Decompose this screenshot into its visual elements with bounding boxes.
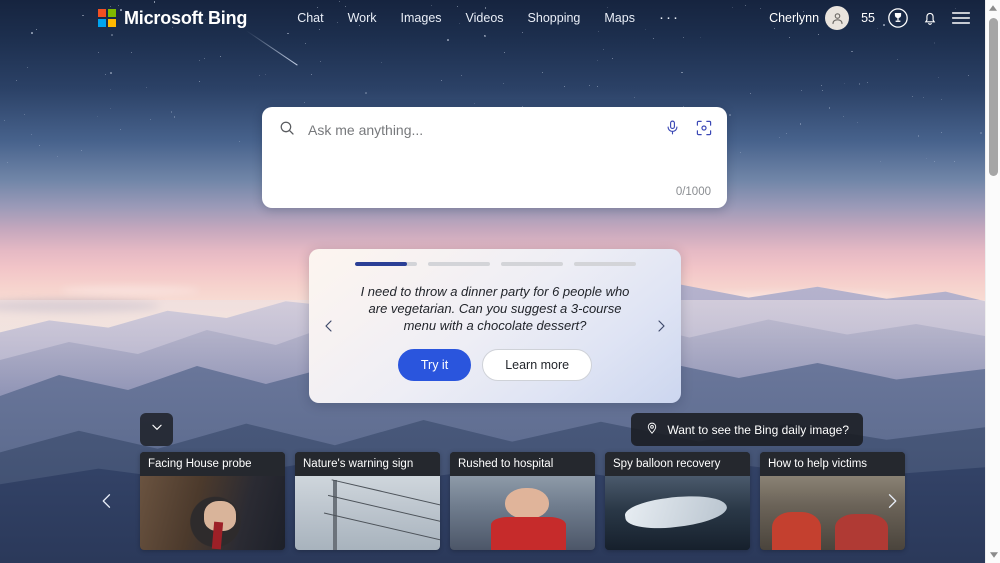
news-card-image [295, 476, 440, 550]
site-header: Microsoft Bing Chat Work Images Videos S… [0, 0, 985, 36]
news-card[interactable]: Nature's warning sign [295, 452, 440, 550]
bing-logo[interactable]: Microsoft Bing [98, 8, 247, 29]
chevron-down-icon [150, 420, 164, 439]
location-pin-icon [645, 421, 659, 438]
daily-image-label: Want to see the Bing daily image? [667, 422, 849, 437]
user-name: Cherlynn [769, 11, 820, 25]
nav-overflow-icon[interactable]: ··· [659, 10, 680, 25]
nav-item-work[interactable]: Work [348, 11, 377, 25]
scroll-down-arrow-icon[interactable] [986, 547, 1000, 563]
try-it-button[interactable]: Try it [397, 348, 472, 381]
news-card-image [140, 476, 285, 550]
microphone-icon[interactable] [664, 119, 681, 141]
nav-item-images[interactable]: Images [401, 11, 442, 25]
news-next-button[interactable] [877, 478, 907, 524]
news-card[interactable]: Spy balloon recovery [605, 452, 750, 550]
progress-segment-3[interactable] [500, 262, 563, 266]
news-card-title: Rushed to hospital [450, 452, 595, 476]
news-card[interactable]: Facing House probe [140, 452, 285, 550]
learn-more-button[interactable]: Learn more [482, 348, 593, 381]
news-card-title: Spy balloon recovery [605, 452, 750, 476]
progress-segment-1[interactable] [354, 262, 417, 266]
page-scrollbar[interactable] [985, 0, 1000, 563]
scroll-up-arrow-icon[interactable] [986, 0, 1000, 16]
microsoft-logo-icon [98, 9, 116, 27]
suggestion-next-button[interactable] [653, 316, 669, 336]
person-avatar-icon [825, 6, 850, 30]
search-tools [664, 119, 713, 142]
suggestion-prompt-text: I need to throw a dinner party for 6 peo… [360, 283, 630, 333]
carousel-progress [309, 249, 681, 266]
bing-daily-image-button[interactable]: Want to see the Bing daily image? [631, 413, 863, 446]
search-input-row: Ask me anything... [262, 107, 727, 153]
search-box[interactable]: Ask me anything... 0/1000 [262, 107, 727, 208]
nav-item-chat[interactable]: Chat [297, 11, 323, 25]
news-card-image [450, 476, 595, 550]
news-prev-button[interactable] [92, 478, 122, 524]
header-actions: Cherlynn 55 [769, 6, 971, 30]
news-carousel: Facing House probe Nature's warning sign… [0, 452, 985, 552]
news-card-title: Facing House probe [140, 452, 285, 476]
progress-segment-2[interactable] [427, 262, 490, 266]
suggestion-card: I need to throw a dinner party for 6 peo… [309, 249, 681, 403]
suggestion-prev-button[interactable] [321, 316, 337, 336]
scrollbar-thumb[interactable] [989, 18, 998, 176]
search-icon [278, 119, 296, 142]
cloud [60, 286, 200, 295]
rewards-trophy-icon[interactable] [887, 7, 909, 29]
search-input[interactable]: Ask me anything... [308, 122, 664, 138]
user-account[interactable]: Cherlynn [769, 6, 850, 30]
bell-icon[interactable] [921, 9, 939, 27]
nav-item-videos[interactable]: Videos [466, 11, 504, 25]
news-card-title: How to help victims [760, 452, 905, 476]
suggestion-actions: Try it Learn more [309, 348, 681, 381]
news-card-image [605, 476, 750, 550]
nav-item-shopping[interactable]: Shopping [528, 11, 581, 25]
collapse-feed-button[interactable] [140, 413, 173, 446]
main-nav: Chat Work Images Videos Shopping Maps ··… [297, 10, 680, 25]
visual-search-icon[interactable] [695, 119, 713, 142]
news-card[interactable]: Rushed to hospital [450, 452, 595, 550]
hamburger-menu-icon[interactable] [951, 10, 971, 26]
rewards-points: 55 [861, 11, 875, 25]
progress-segment-4[interactable] [573, 262, 636, 266]
brand-name: Microsoft Bing [124, 7, 248, 28]
character-counter: 0/1000 [675, 186, 711, 198]
news-card-list: Facing House probe Nature's warning sign… [140, 452, 905, 550]
nav-item-maps[interactable]: Maps [604, 11, 635, 25]
news-card-title: Nature's warning sign [295, 452, 440, 476]
